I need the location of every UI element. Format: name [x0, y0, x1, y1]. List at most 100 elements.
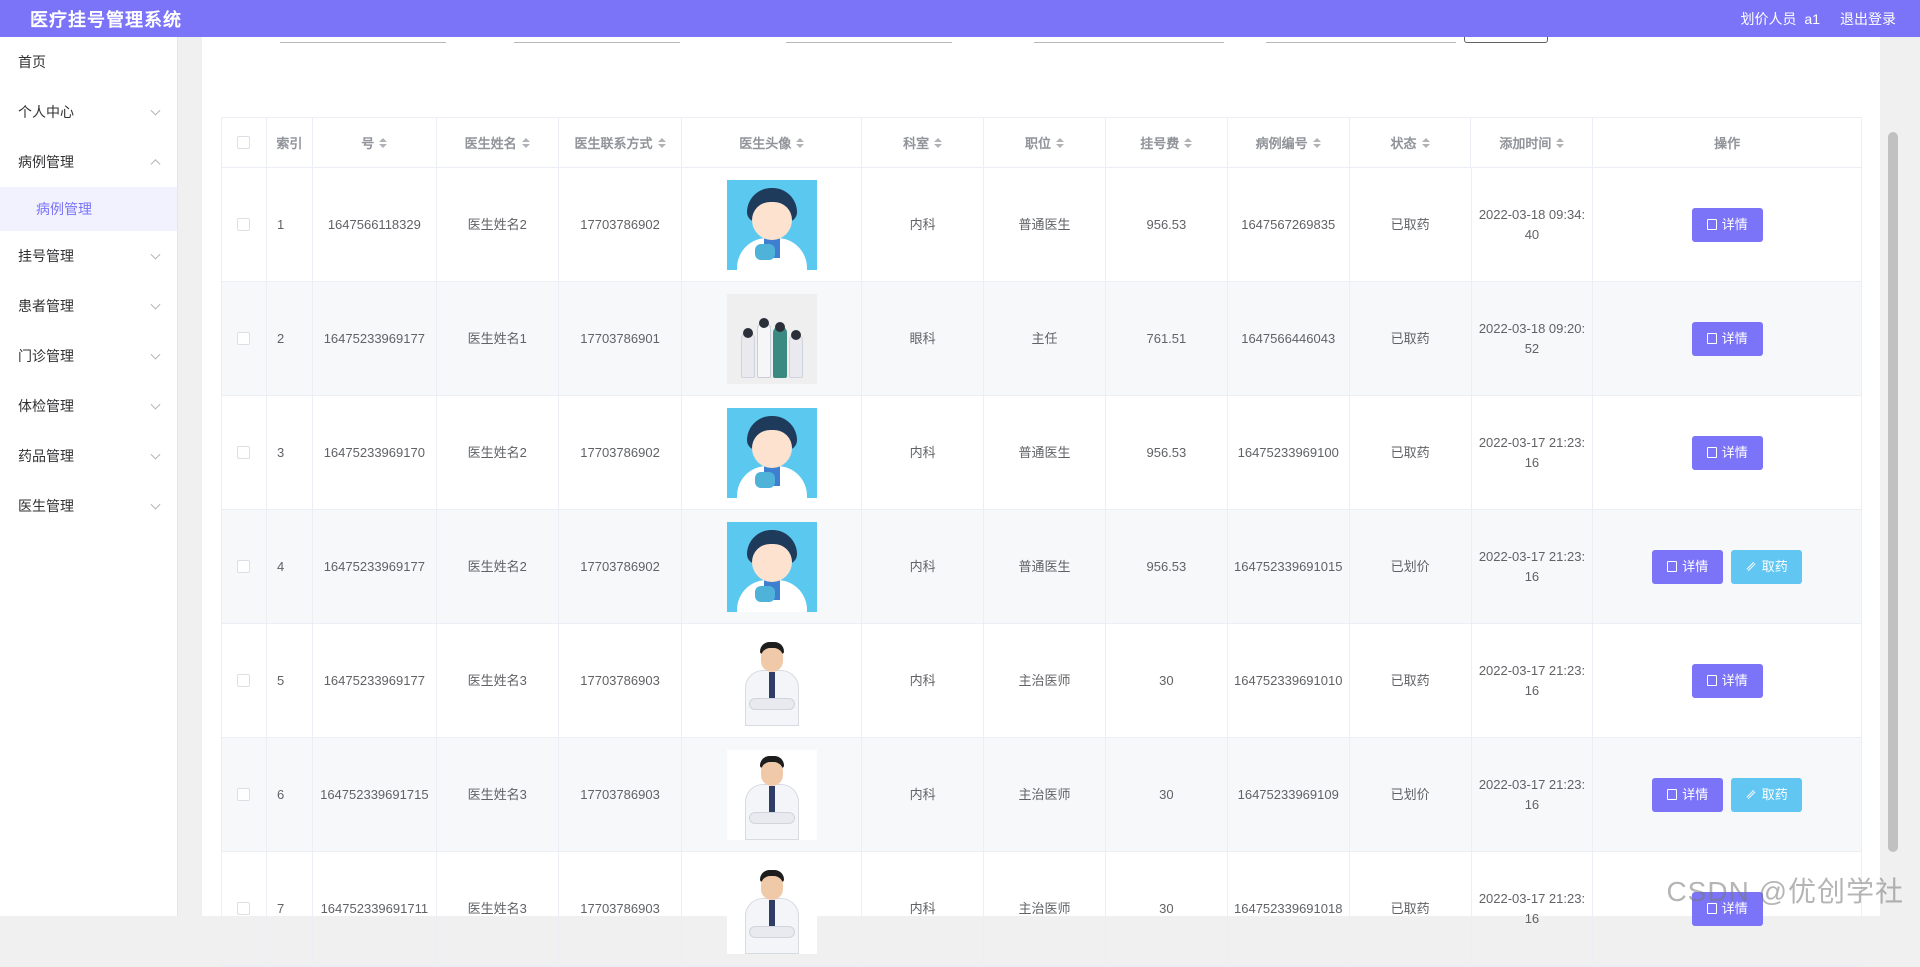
cell-doctor: 医生姓名2 — [437, 396, 559, 509]
take-medicine-button[interactable]: 取药 — [1731, 550, 1802, 584]
take-button-label: 取药 — [1762, 557, 1788, 577]
cell-case_no: 164752339691015 — [1228, 510, 1350, 623]
column-header-9[interactable]: 状态 — [1350, 118, 1472, 167]
content-card: 索引号医生姓名医生联系方式医生头像科室职位挂号费病例编号状态添加时间操作 116… — [202, 37, 1880, 916]
row-checkbox[interactable] — [237, 788, 250, 801]
column-header-7[interactable]: 挂号费 — [1106, 118, 1228, 167]
column-header-10[interactable]: 添加时间 — [1471, 118, 1593, 167]
sidebar-item-3[interactable]: 挂号管理 — [0, 231, 177, 281]
sidebar-item-7[interactable]: 药品管理 — [0, 431, 177, 481]
sidebar-subitem-2-0[interactable]: 病例管理 — [0, 187, 177, 231]
sort-icon[interactable] — [796, 138, 804, 148]
cell-avatar — [682, 168, 862, 281]
select-all-checkbox[interactable] — [237, 136, 250, 149]
column-header-label: 医生联系方式 — [574, 133, 652, 152]
cell-status: 已取药 — [1350, 396, 1472, 509]
filter-input-2[interactable] — [514, 42, 680, 43]
column-header-2[interactable]: 医生姓名 — [437, 118, 559, 167]
document-icon — [1707, 219, 1717, 230]
row-checkbox-cell — [222, 396, 267, 509]
cell-avatar — [682, 738, 862, 851]
cell-phone: 17703786902 — [559, 168, 683, 281]
filter-input-1[interactable] — [280, 42, 446, 43]
cell-time: 2022-03-18 09:34:40 — [1472, 168, 1594, 281]
column-header-1[interactable]: 号 — [313, 118, 437, 167]
sort-icon[interactable] — [522, 138, 530, 148]
sidebar-item-8[interactable]: 医生管理 — [0, 481, 177, 531]
sort-icon[interactable] — [1313, 138, 1321, 148]
logout-link[interactable]: 退出登录 — [1840, 9, 1896, 29]
cell-position: 普通医生 — [984, 168, 1106, 281]
vertical-scrollbar[interactable] — [1888, 132, 1898, 852]
cell-status: 已取药 — [1350, 282, 1472, 395]
edit-icon — [1746, 562, 1755, 571]
sidebar-item-5[interactable]: 门诊管理 — [0, 331, 177, 381]
cell-dept: 内科 — [862, 510, 984, 623]
cell-status: 已取药 — [1350, 168, 1472, 281]
doctor-avatar-image — [727, 180, 817, 270]
document-icon — [1707, 447, 1717, 458]
cell-status: 已划价 — [1350, 510, 1472, 623]
cell-index: 2 — [267, 282, 313, 395]
sort-icon[interactable] — [379, 138, 387, 148]
cell-phone: 17703786902 — [559, 396, 683, 509]
column-header-5[interactable]: 科室 — [862, 118, 984, 167]
cell-actions: 详情 — [1593, 168, 1861, 281]
chevron-down-icon — [151, 350, 161, 360]
watermark: CSDN @优创学社 — [1666, 870, 1904, 910]
sidebar-item-4[interactable]: 患者管理 — [0, 281, 177, 331]
sort-icon[interactable] — [1056, 138, 1064, 148]
case-table: 索引号医生姓名医生联系方式医生头像科室职位挂号费病例编号状态添加时间操作 116… — [221, 117, 1862, 967]
sidebar-item-0[interactable]: 首页 — [0, 37, 177, 87]
sidebar-item-2[interactable]: 病例管理 — [0, 137, 177, 187]
doctor-avatar-image — [727, 636, 817, 726]
detail-button[interactable]: 详情 — [1692, 322, 1763, 356]
column-header-11: 操作 — [1593, 118, 1861, 167]
sort-icon[interactable] — [934, 138, 942, 148]
column-header-6[interactable]: 职位 — [984, 118, 1106, 167]
detail-button-label: 详情 — [1682, 557, 1708, 577]
cell-time: 2022-03-18 09:20:52 — [1472, 282, 1594, 395]
document-icon — [1707, 675, 1717, 686]
detail-button[interactable]: 详情 — [1692, 436, 1763, 470]
filter-input-3[interactable] — [786, 42, 952, 43]
detail-button[interactable]: 详情 — [1652, 778, 1723, 812]
filter-input-5[interactable] — [1266, 42, 1456, 43]
sort-icon[interactable] — [1422, 138, 1430, 148]
detail-button[interactable]: 详情 — [1692, 664, 1763, 698]
detail-button[interactable]: 详情 — [1692, 208, 1763, 242]
row-checkbox[interactable] — [237, 218, 250, 231]
sidebar-item-1[interactable]: 个人中心 — [0, 87, 177, 137]
row-checkbox[interactable] — [237, 902, 250, 915]
take-medicine-button[interactable]: 取药 — [1731, 778, 1802, 812]
row-checkbox[interactable] — [237, 674, 250, 687]
doctor-avatar-image — [727, 864, 817, 954]
column-header-label: 挂号费 — [1140, 133, 1179, 152]
row-checkbox[interactable] — [237, 332, 250, 345]
cell-no: 16475233969177 — [313, 282, 437, 395]
cell-position: 普通医生 — [984, 510, 1106, 623]
username: a1 — [1804, 11, 1820, 27]
row-checkbox[interactable] — [237, 446, 250, 459]
cell-case_no: 164752339691018 — [1228, 852, 1350, 965]
column-header-8[interactable]: 病例编号 — [1228, 118, 1350, 167]
detail-button[interactable]: 详情 — [1652, 550, 1723, 584]
cell-time: 2022-03-17 21:23:16 — [1472, 510, 1594, 623]
sidebar-item-6[interactable]: 体检管理 — [0, 381, 177, 431]
sort-icon[interactable] — [658, 138, 666, 148]
cell-position: 主治医师 — [984, 738, 1106, 851]
column-header-4[interactable]: 医生头像 — [682, 118, 862, 167]
column-header-label: 添加时间 — [1499, 133, 1551, 152]
doctor-avatar-image — [727, 522, 817, 612]
filter-input-4[interactable] — [1034, 42, 1224, 43]
sort-icon[interactable] — [1556, 138, 1564, 148]
cell-fee: 30 — [1106, 624, 1228, 737]
cell-dept: 内科 — [862, 168, 984, 281]
cell-avatar — [682, 510, 862, 623]
cell-case_no: 1647566446043 — [1228, 282, 1350, 395]
select-all-checkbox-cell — [222, 118, 267, 167]
column-header-3[interactable]: 医生联系方式 — [559, 118, 683, 167]
sort-icon[interactable] — [1184, 138, 1192, 148]
row-checkbox[interactable] — [237, 560, 250, 573]
chevron-up-icon — [151, 159, 161, 169]
